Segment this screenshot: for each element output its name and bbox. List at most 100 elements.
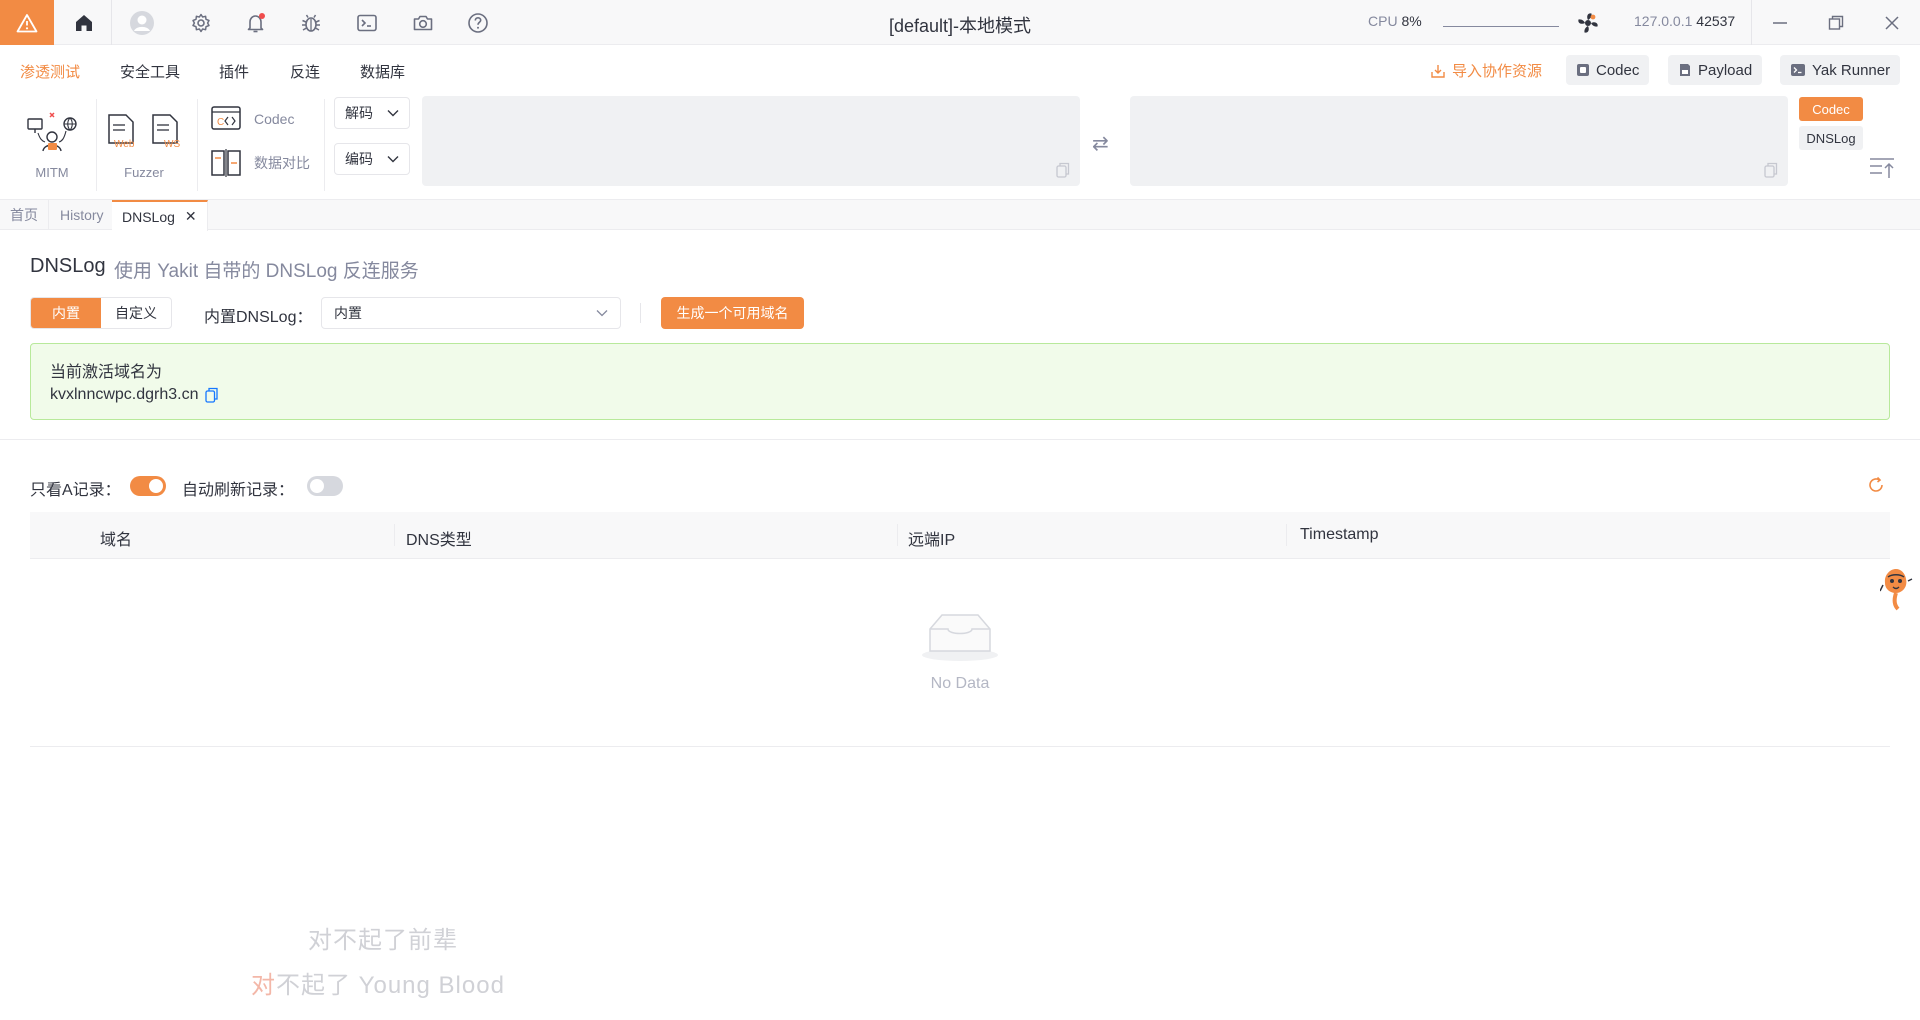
video-subtitle-line1: 对不起了前辈 xyxy=(308,927,458,954)
column-timestamp[interactable]: Timestamp xyxy=(1300,526,1379,544)
mascot-icon[interactable] xyxy=(1880,565,1920,617)
mode-custom-button[interactable]: 自定义 xyxy=(101,298,171,328)
column-separator xyxy=(897,524,898,546)
codec-shortcut-button[interactable]: Codec xyxy=(1566,55,1650,85)
title-bar: [default]-本地模式 CPU 8% 127.0.0.1 42537 xyxy=(0,0,1920,45)
import-resources-link[interactable]: 导入协作资源 xyxy=(1430,60,1542,81)
fuzzer-ws-tag: WS xyxy=(164,139,180,150)
page-title: DNSLog xyxy=(30,255,106,277)
menu-item-reverse[interactable]: 反连 xyxy=(290,61,320,82)
decode-select[interactable]: 解码 xyxy=(334,97,410,129)
warning-button[interactable] xyxy=(0,0,54,45)
records-table-header: 域名 DNS类型 远端IP Timestamp xyxy=(30,512,1890,559)
auto-refresh-switch[interactable] xyxy=(307,476,343,496)
terminal-icon xyxy=(357,14,377,31)
column-domain[interactable]: 域名 xyxy=(100,526,132,550)
user-avatar-button[interactable] xyxy=(122,0,162,45)
codec-tool-icon: C xyxy=(211,106,241,130)
tab-dnslog[interactable]: DNSLog ✕ xyxy=(112,200,208,231)
yak-runner-button[interactable]: Yak Runner xyxy=(1780,55,1901,85)
active-domain-alert: 当前激活域名为 kvxlnncwpc.dgrh3.cn xyxy=(30,343,1890,420)
cpu-usage: CPU 8% xyxy=(1368,13,1422,29)
codec-input-area[interactable] xyxy=(422,96,1080,186)
menu-item-plugins[interactable]: 插件 xyxy=(219,61,249,82)
close-icon xyxy=(1885,15,1899,30)
fuzzer-ws-tool[interactable]: WS xyxy=(150,113,184,153)
dnslog-select-value: 内置 xyxy=(334,305,362,321)
tab-label: History xyxy=(60,207,104,223)
switch-knob xyxy=(310,479,324,493)
side-tag-codec[interactable]: Codec xyxy=(1799,97,1863,121)
debug-button[interactable] xyxy=(291,0,331,45)
help-button[interactable] xyxy=(458,0,498,45)
screenshot-button[interactable] xyxy=(403,0,443,45)
tab-label: DNSLog xyxy=(122,208,175,225)
menu-item-security-tools[interactable]: 安全工具 xyxy=(120,61,180,82)
settings-button[interactable] xyxy=(181,0,221,45)
cpu-label: CPU xyxy=(1368,13,1398,29)
engine-port: 42537 xyxy=(1696,13,1736,29)
compare-tool-label: 数据对比 xyxy=(254,155,310,171)
mitm-label: MITM xyxy=(35,165,69,180)
home-icon xyxy=(76,14,92,31)
subtitle-rest: 不起了 Young Blood xyxy=(276,972,505,999)
swap-icon[interactable]: ⇄ xyxy=(1092,131,1109,156)
collapse-toolbar-icon[interactable] xyxy=(1868,156,1896,180)
only-a-records-label: 只看A记录： xyxy=(30,482,121,499)
side-tag-dnslog[interactable]: DNSLog xyxy=(1799,126,1863,150)
fuzzer-web-tool[interactable]: Web xyxy=(106,113,140,153)
page-subtitle: 使用 Yakit 自带的 DNSLog 反连服务 xyxy=(114,261,419,282)
only-a-records-switch[interactable] xyxy=(130,476,166,496)
refresh-icon[interactable] xyxy=(1867,476,1885,494)
encode-select[interactable]: 编码 xyxy=(334,143,410,175)
menu-item-pentest[interactable]: 渗透测试 xyxy=(20,61,80,82)
tab-history[interactable]: History xyxy=(50,200,115,230)
import-icon xyxy=(1431,64,1445,78)
mitm-icon xyxy=(27,112,77,152)
section-divider xyxy=(0,439,1920,440)
tool-ribbon: MITM Web WS Fuzzer C Codec 数据对比 解码 编码 ⇄ … xyxy=(0,91,1920,200)
column-remote-ip[interactable]: 远端IP xyxy=(908,526,955,550)
tab-home[interactable]: 首页 xyxy=(0,200,49,230)
copy-icon[interactable] xyxy=(1056,162,1070,178)
copy-icon[interactable] xyxy=(204,387,218,403)
dnslog-select-label: 内置DNSLog： xyxy=(204,309,313,326)
divider xyxy=(640,303,641,323)
column-separator xyxy=(394,524,395,546)
compare-tool[interactable]: 数据对比 xyxy=(210,149,310,177)
restore-button[interactable] xyxy=(1808,0,1864,45)
mitm-tool[interactable] xyxy=(26,109,78,155)
svg-text:C: C xyxy=(217,117,224,128)
page-tabs: 首页 History DNSLog ✕ xyxy=(0,200,1920,231)
close-window-button[interactable] xyxy=(1864,0,1920,45)
codec-icon xyxy=(1577,64,1589,76)
codec-output-area[interactable] xyxy=(1130,96,1788,186)
tab-close-icon[interactable]: ✕ xyxy=(185,208,197,225)
mode-builtin-button[interactable]: 内置 xyxy=(31,298,101,328)
codec-tool[interactable]: C Codec xyxy=(210,105,294,133)
decode-select-label: 解码 xyxy=(345,105,373,121)
notifications-button[interactable] xyxy=(236,0,276,45)
generate-domain-button[interactable]: 生成一个可用域名 xyxy=(661,297,804,329)
switch-knob xyxy=(149,479,163,493)
engine-status-button[interactable] xyxy=(1574,9,1602,37)
engine-address: 127.0.0.1 42537 xyxy=(1634,13,1735,29)
payload-shortcut-label: Payload xyxy=(1698,61,1753,79)
terminal-button[interactable] xyxy=(347,0,387,45)
home-button[interactable] xyxy=(64,0,104,45)
encode-select-label: 编码 xyxy=(345,151,373,167)
copy-icon[interactable] xyxy=(1764,162,1778,178)
menu-item-database[interactable]: 数据库 xyxy=(360,61,405,82)
dnslog-select[interactable]: 内置 xyxy=(321,297,621,329)
fuzzer-web-tag: Web xyxy=(114,139,135,150)
web-fuzzer-icon: Web xyxy=(108,114,135,150)
payload-shortcut-button[interactable]: Payload xyxy=(1668,55,1763,85)
column-dns-type[interactable]: DNS类型 xyxy=(406,526,472,550)
minimize-button[interactable] xyxy=(1752,0,1808,45)
chevron-down-icon xyxy=(387,156,399,163)
menu-bar: 渗透测试 安全工具 插件 反连 数据库 导入协作资源 Codec Payload… xyxy=(0,45,1920,91)
import-label: 导入协作资源 xyxy=(1452,63,1543,80)
camera-icon xyxy=(413,15,433,30)
tab-label: 首页 xyxy=(10,207,38,223)
active-domain-text: kvxlnncwpc.dgrh3.cn xyxy=(50,386,199,403)
